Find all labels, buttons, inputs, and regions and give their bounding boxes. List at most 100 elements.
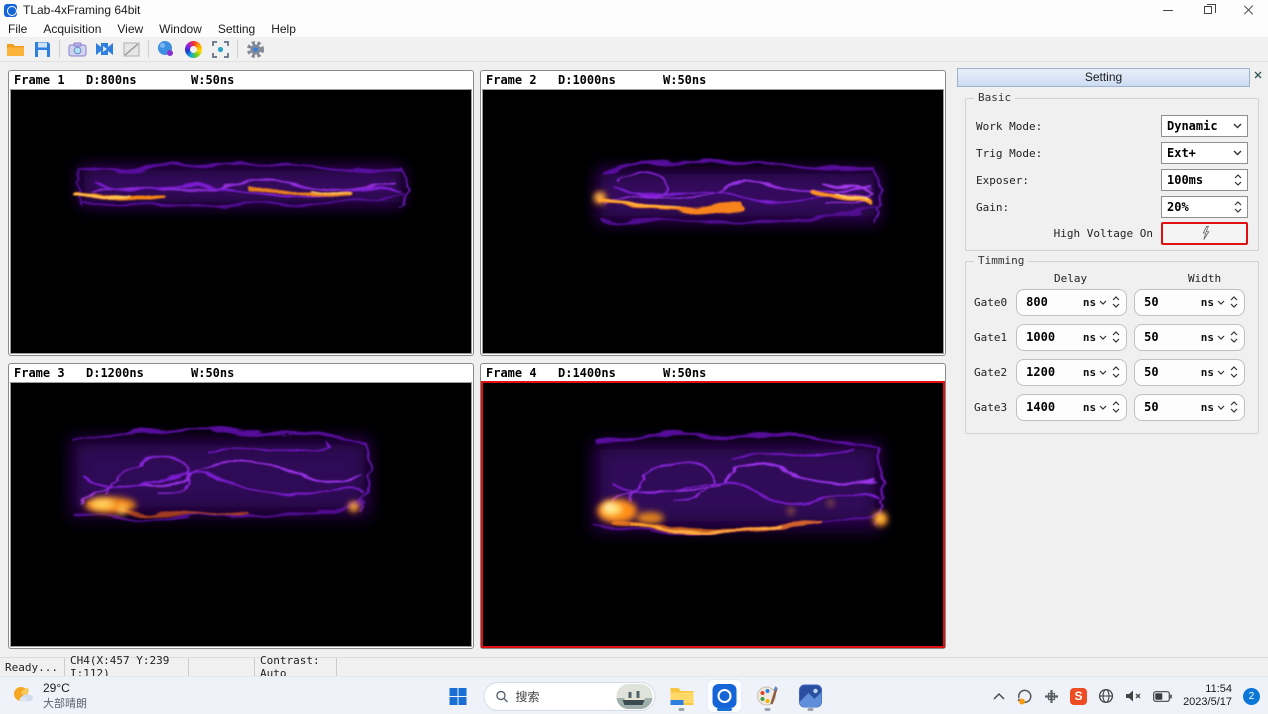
- gate0-width-field[interactable]: 50 ns: [1134, 289, 1245, 316]
- chevron-down-icon[interactable]: [1099, 300, 1107, 305]
- gate2-width-field[interactable]: 50 ns: [1134, 359, 1245, 386]
- spin-down-icon[interactable]: [1234, 181, 1242, 186]
- chevron-down-icon[interactable]: [1099, 335, 1107, 340]
- battery-icon[interactable]: [1153, 691, 1172, 702]
- open-folder-button[interactable]: [3, 39, 27, 60]
- frame-4-image[interactable]: [482, 382, 944, 647]
- frame-2-delay: D:1000ns: [558, 73, 663, 87]
- spin-down-icon[interactable]: [1230, 338, 1238, 343]
- exposer-spinner[interactable]: 100ms: [1161, 169, 1248, 191]
- file-explorer-button[interactable]: [665, 680, 699, 712]
- frame-3-header: Frame 3 D:1200ns W:50ns: [9, 364, 473, 381]
- spin-down-icon[interactable]: [1234, 208, 1242, 213]
- spin-up-icon[interactable]: [1234, 201, 1242, 206]
- image-disabled-button[interactable]: [119, 39, 143, 60]
- minimize-button[interactable]: [1148, 0, 1188, 20]
- gate2-delay-field[interactable]: 1200 ns: [1016, 359, 1127, 386]
- frame-1-title: Frame 1: [14, 73, 86, 87]
- search-box[interactable]: 搜索: [484, 682, 656, 711]
- gate0-delay-field[interactable]: 800 ns: [1016, 289, 1127, 316]
- photos-app-button[interactable]: [794, 680, 828, 712]
- frame-3-image[interactable]: [10, 382, 472, 647]
- menu-acquisition[interactable]: Acquisition: [35, 21, 109, 37]
- volume-muted-icon[interactable]: [1125, 689, 1142, 703]
- video-capture-button[interactable]: [92, 39, 116, 60]
- spin-up-icon[interactable]: [1230, 331, 1238, 336]
- spin-down-icon[interactable]: [1112, 338, 1120, 343]
- spin-down-icon[interactable]: [1230, 408, 1238, 413]
- chevron-down-icon: [1233, 123, 1242, 129]
- gate0-width-unit: ns: [1201, 296, 1214, 309]
- status-state: Ready...: [0, 658, 65, 676]
- camera-button[interactable]: [65, 39, 89, 60]
- spin-up-icon[interactable]: [1112, 331, 1120, 336]
- chevron-down-icon[interactable]: [1217, 370, 1225, 375]
- chevron-down-icon[interactable]: [1099, 370, 1107, 375]
- sogou-input-icon[interactable]: S: [1070, 688, 1087, 705]
- gate1-width-value: 50: [1144, 330, 1201, 344]
- status-spacer: [189, 658, 255, 676]
- spin-down-icon[interactable]: [1112, 373, 1120, 378]
- update-sync-icon[interactable]: [1016, 688, 1033, 705]
- app-icon: [4, 4, 17, 17]
- frame-1-image[interactable]: [10, 89, 472, 354]
- settings-panel-title[interactable]: Setting: [957, 68, 1250, 87]
- menu-setting[interactable]: Setting: [210, 21, 263, 37]
- spin-down-icon[interactable]: [1230, 303, 1238, 308]
- weather-sun-cloud-icon: [10, 684, 36, 708]
- spin-up-icon[interactable]: [1230, 366, 1238, 371]
- search-highlight-image[interactable]: [617, 684, 653, 709]
- gate3-width-field[interactable]: 50 ns: [1134, 394, 1245, 421]
- spin-up-icon[interactable]: [1112, 401, 1120, 406]
- chevron-down-icon[interactable]: [1217, 405, 1225, 410]
- spin-up-icon[interactable]: [1112, 296, 1120, 301]
- save-button[interactable]: [30, 39, 54, 60]
- menu-window[interactable]: Window: [151, 21, 210, 37]
- spin-down-icon[interactable]: [1112, 408, 1120, 413]
- gate1-delay-field[interactable]: 1000 ns: [1016, 324, 1127, 351]
- spin-up-icon[interactable]: [1112, 366, 1120, 371]
- menu-help[interactable]: Help: [263, 21, 304, 37]
- gate0-width-value: 50: [1144, 295, 1201, 309]
- weather-widget[interactable]: 29°C 大部晴朗: [10, 681, 87, 711]
- focus-center-button[interactable]: [208, 39, 232, 60]
- trig-mode-select[interactable]: Ext+: [1161, 142, 1248, 164]
- tlab-app-button[interactable]: [708, 680, 742, 712]
- restore-button[interactable]: [1188, 0, 1228, 20]
- hidden-icons-chevron-icon[interactable]: [993, 692, 1005, 700]
- notification-badge[interactable]: 2: [1243, 688, 1260, 705]
- settings-gear-button[interactable]: [243, 39, 267, 60]
- weather-temperature: 29°C: [43, 681, 87, 695]
- work-mode-select[interactable]: Dynamic: [1161, 115, 1248, 137]
- paint-app-button[interactable]: [751, 680, 785, 712]
- spin-up-icon[interactable]: [1230, 296, 1238, 301]
- clock-time: 11:54: [1183, 683, 1232, 696]
- start-button[interactable]: [441, 680, 475, 712]
- frame-2-image[interactable]: [482, 89, 944, 354]
- chevron-down-icon[interactable]: [1099, 405, 1107, 410]
- input-method-icon[interactable]: [1044, 689, 1059, 704]
- menu-view[interactable]: View: [109, 21, 151, 37]
- menu-file[interactable]: File: [0, 21, 35, 37]
- frame-4-title: Frame 4: [486, 366, 558, 380]
- gate3-delay-field[interactable]: 1400 ns: [1016, 394, 1127, 421]
- network-globe-icon[interactable]: [1098, 688, 1114, 704]
- spin-up-icon[interactable]: [1230, 401, 1238, 406]
- gate1-width-field[interactable]: 50 ns: [1134, 324, 1245, 351]
- high-voltage-button[interactable]: [1161, 222, 1248, 245]
- gain-spinner[interactable]: 20%: [1161, 196, 1248, 218]
- color-wheel-button[interactable]: [181, 39, 205, 60]
- spin-up-icon[interactable]: [1234, 174, 1242, 179]
- taskbar-clock[interactable]: 11:54 2023/5/17: [1183, 683, 1232, 709]
- chevron-down-icon[interactable]: [1217, 300, 1225, 305]
- color-wheel-icon: [185, 41, 202, 58]
- sphere-view-button[interactable]: [154, 39, 178, 60]
- spin-down-icon[interactable]: [1230, 373, 1238, 378]
- frame-1-panel: Frame 1 D:800ns W:50ns: [8, 70, 474, 356]
- close-button[interactable]: [1228, 0, 1268, 20]
- chevron-down-icon[interactable]: [1217, 335, 1225, 340]
- work-mode-value: Dynamic: [1167, 119, 1233, 133]
- gate2-label: Gate2: [974, 366, 1016, 379]
- settings-close-button[interactable]: [1250, 68, 1266, 82]
- spin-down-icon[interactable]: [1112, 303, 1120, 308]
